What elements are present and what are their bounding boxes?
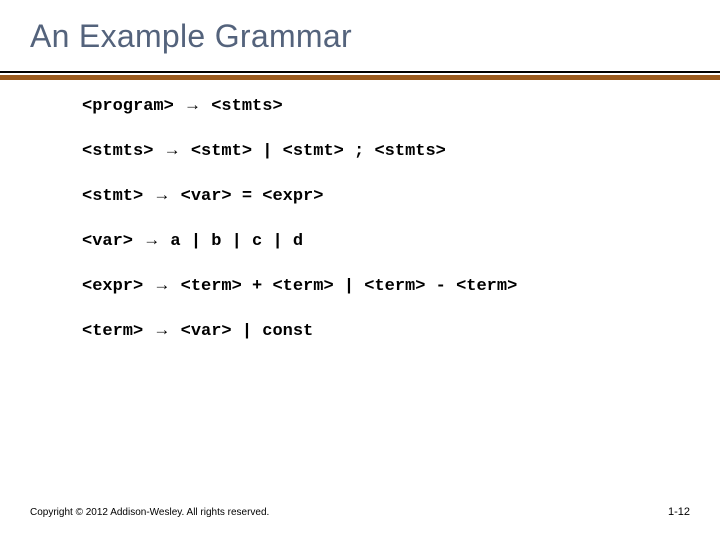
page-number: 1-12 [668, 506, 690, 518]
arrow-icon: → [143, 230, 160, 249]
rhs: <term> + <term> | <term> - <term> [181, 277, 518, 296]
lhs: <stmts> [82, 142, 153, 161]
rhs: <var> = <expr> [181, 187, 324, 206]
copyright-text: Copyright © 2012 Addison-Wesley. All rig… [30, 507, 269, 518]
grammar-rule: <stmts> → <stmt> | <stmt> ; <stmts> [82, 139, 690, 164]
footer: Copyright © 2012 Addison-Wesley. All rig… [30, 506, 690, 518]
lhs: <expr> [82, 277, 143, 296]
lhs: <program> [82, 97, 174, 116]
arrow-icon: → [153, 320, 170, 339]
rule-thin [0, 71, 720, 73]
rule-thick [0, 75, 720, 80]
arrow-icon: → [153, 185, 170, 204]
grammar-rule: <stmt> → <var> = <expr> [82, 184, 690, 209]
rhs: <stmts> [211, 97, 282, 116]
slide: An Example Grammar <program> → <stmts> <… [0, 0, 720, 540]
rhs: a | b | c | d [170, 232, 303, 251]
title-rule [0, 71, 720, 80]
grammar-rule: <term> → <var> | const [82, 319, 690, 344]
grammar-rule: <var> → a | b | c | d [82, 229, 690, 254]
arrow-icon: → [153, 275, 170, 294]
lhs: <term> [82, 322, 143, 341]
grammar-block: <program> → <stmts> <stmts> → <stmt> | <… [82, 94, 690, 344]
arrow-icon: → [184, 95, 201, 114]
rhs: <var> | const [181, 322, 314, 341]
grammar-rule: <program> → <stmts> [82, 94, 690, 119]
page-title: An Example Grammar [30, 18, 690, 55]
rhs: <stmt> | <stmt> ; <stmts> [191, 142, 446, 161]
lhs: <stmt> [82, 187, 143, 206]
grammar-rule: <expr> → <term> + <term> | <term> - <ter… [82, 274, 690, 299]
lhs: <var> [82, 232, 133, 251]
arrow-icon: → [164, 140, 181, 159]
